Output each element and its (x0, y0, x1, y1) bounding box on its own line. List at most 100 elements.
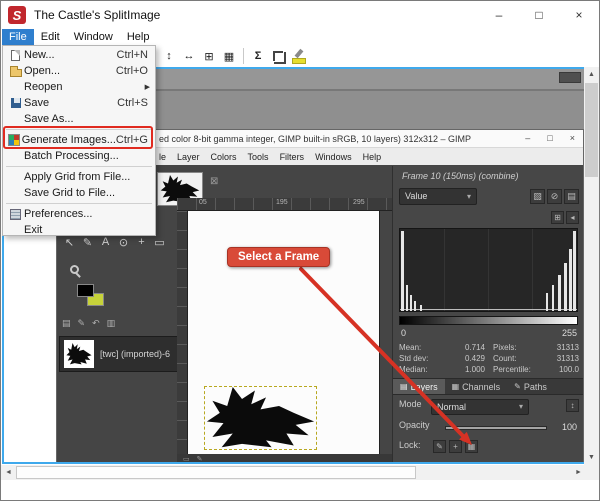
scroll-down-arrow[interactable]: ▼ (584, 450, 599, 465)
gimp-close-icon: × (569, 133, 575, 143)
stat-value: 1.000 (464, 365, 485, 374)
gimp-menu-item: Layer (177, 151, 200, 162)
sum-button[interactable]: Σ (249, 47, 267, 65)
histogram-range: 0 255 (401, 328, 577, 339)
gimp-menu-item: Tools (247, 151, 269, 162)
icon-cell (7, 65, 24, 77)
insert-line-button[interactable]: ⊞ (200, 47, 218, 65)
logo-letter: S (12, 7, 22, 23)
stat-label: Percentile: (493, 365, 531, 374)
maximize-button[interactable]: □ (519, 1, 559, 29)
file-menu-item-apply-grid[interactable]: Apply Grid from File... (3, 169, 155, 185)
tab-label: Layers (410, 381, 438, 392)
vertical-scroll-thumb[interactable] (585, 83, 598, 177)
file-menu-item-open[interactable]: Open... Ctrl+O (3, 63, 155, 79)
histogram-gradient-bar (399, 316, 578, 325)
frame-header: Frame 10 (150ms) (combine) (402, 171, 519, 181)
foreground-color-swatch (77, 284, 94, 297)
preferences-icon (10, 208, 21, 220)
mode-switch-icon: ↕ (566, 399, 579, 412)
icon-cell (7, 208, 24, 220)
layers-icon: ▤ (400, 382, 408, 391)
stat-label: Count: (493, 354, 517, 363)
gimp-menu-item: Colors (210, 151, 237, 162)
menu-edit[interactable]: Edit (34, 29, 67, 45)
stats-column-left: Mean: 0.714 Std dev: 0.429 Median: 1.000 (399, 343, 485, 376)
stat-value: 31313 (556, 354, 579, 363)
insert-line-icon: ⊞ (204, 50, 214, 63)
split-columns-button[interactable]: ↔ (180, 47, 198, 65)
tab-channels: ▦ Channels (445, 379, 508, 394)
menu-shortcut: Ctrl+N (116, 49, 148, 61)
stat-value: 100.0 (558, 365, 579, 374)
minimize-button[interactable]: – (479, 1, 519, 29)
vertical-ruler (177, 211, 188, 454)
channel-dropdown: Value ▾ (399, 188, 477, 205)
menu-help[interactable]: Help (120, 29, 157, 45)
layer-mode-row: Mode Normal ▾ ↕ (399, 399, 579, 416)
gimp-menu-item: Help (362, 151, 382, 162)
icon-cell (7, 98, 24, 108)
scroll-right-arrow[interactable]: ► (571, 465, 586, 480)
stat-label: Std dev: (399, 354, 429, 363)
stat-value: 0.714 (464, 343, 485, 352)
horizontal-scrollbar[interactable]: ◄ ► (1, 465, 586, 480)
footer-icon-1: ▤ (62, 318, 71, 328)
split-rows-button[interactable]: ↕ (160, 47, 178, 65)
horizontal-ruler: 05 195 295 (177, 198, 392, 211)
horizontal-scroll-thumb[interactable] (16, 466, 416, 479)
grid-button[interactable]: ▦ (220, 47, 238, 65)
file-menu-item-preferences[interactable]: Preferences... (3, 206, 155, 222)
lock-buttons: ✎ + ▦ (433, 440, 478, 453)
toolbar-separator (243, 48, 244, 64)
menubar: File Edit Window Help (2, 29, 598, 45)
dock-menu-icon: ⊞ (551, 211, 564, 224)
lock-alpha-icon: ▦ (465, 440, 478, 453)
file-menu-item-reopen[interactable]: Reopen ▶ (3, 79, 155, 95)
file-menu-item-batch-processing[interactable]: Batch Processing... (3, 148, 155, 164)
app-window: S The Castle's SplitImage – □ × File Edi… (0, 0, 600, 501)
gimp-canvas-statusbar: ▭ ✎ (177, 454, 392, 462)
file-menu-item-new[interactable]: New... Ctrl+N (3, 47, 155, 63)
scroll-up-arrow[interactable]: ▲ (584, 67, 599, 82)
menu-file[interactable]: File (2, 29, 34, 45)
vertical-scrollbar[interactable]: ▲ ▼ (584, 67, 599, 465)
channels-icon: ▦ (451, 382, 460, 391)
bird-image (206, 387, 315, 448)
menu-separator (6, 166, 152, 167)
marker-color-button[interactable] (289, 47, 307, 65)
mode-label: Mode (399, 399, 422, 409)
file-menu-item-save-grid[interactable]: Save Grid to File... (3, 185, 155, 201)
menu-item-label: Preferences... (24, 208, 93, 220)
close-button[interactable]: × (559, 1, 599, 29)
scrollbar-corner (586, 465, 599, 480)
scroll-left-arrow[interactable]: ◄ (1, 465, 16, 480)
channel-value: Value (405, 191, 428, 201)
histogram-linear-icon: ▤ (564, 189, 579, 204)
mode-dropdown: Normal ▾ (431, 399, 529, 415)
split-columns-icon: ↔ (183, 50, 195, 62)
chevron-down-icon: ▾ (466, 192, 471, 201)
histogram-plot (399, 228, 578, 312)
crop-button[interactable] (269, 47, 287, 65)
footer-icon-3: ↶ (92, 318, 100, 328)
frame-selection-marquee (204, 386, 317, 450)
menu-window[interactable]: Window (67, 29, 120, 45)
tab-layers: ▤ Layers (393, 379, 445, 394)
menu-shortcut: Ctrl+S (117, 97, 148, 109)
histogram-stats: Mean: 0.714 Std dev: 0.429 Median: 1.000 Pi… (399, 343, 579, 377)
stats-column-right: Pixels: 31313 Count: 31313 Percentile: 100.… (493, 343, 579, 376)
opacity-value: 100 (561, 422, 577, 432)
file-menu-item-save[interactable]: Save Ctrl+S (3, 95, 155, 111)
file-menu-item-exit[interactable]: Exit (3, 222, 155, 238)
file-menu-item-save-as[interactable]: Save As... (3, 111, 155, 127)
zoom-tool-icon (70, 265, 79, 274)
gimp-minimize-icon: – (525, 133, 531, 143)
layer-item-label: [twc] (imported)-6 (100, 349, 171, 359)
gimp-menu-item: Windows (315, 151, 352, 162)
titlebar: S The Castle's SplitImage – □ × (1, 1, 599, 29)
new-document-icon (11, 49, 20, 61)
gimp-color-swatches (77, 284, 117, 318)
gimp-toolbox-footer-icons: ▤ ✎ ↶ ▥ (62, 318, 115, 329)
stat-label: Pixels: (493, 343, 517, 352)
